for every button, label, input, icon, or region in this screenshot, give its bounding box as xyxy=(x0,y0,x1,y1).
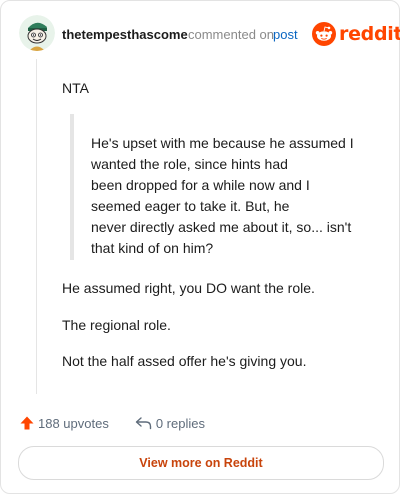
blockquote-bar xyxy=(70,114,74,260)
quote-line: been dropped for a while now and I xyxy=(91,177,310,193)
quote-line: never directly asked me about it, so... … xyxy=(91,219,352,235)
reddit-wordmark: reddit xyxy=(339,23,400,45)
thread-line xyxy=(36,59,37,394)
comment-footer: 188 upvotes 0 replies xyxy=(19,413,205,433)
snoo-avatar-icon xyxy=(19,15,55,51)
post-link[interactable]: post xyxy=(273,27,298,42)
quote-line: He's upset with me because he assumed I xyxy=(91,135,354,151)
comment-paragraph: Not the half assed offer he's giving you… xyxy=(62,353,307,369)
reply-arrow-icon[interactable] xyxy=(135,416,152,430)
comment-paragraph: The regional role. xyxy=(62,317,171,333)
replies-count[interactable]: 0 replies xyxy=(156,416,205,431)
reddit-logo-icon xyxy=(312,22,336,46)
username-link[interactable]: thetempesthascome xyxy=(62,27,188,42)
quote-line: that kind of on him? xyxy=(91,240,214,256)
quote-line: wanted the role, since hints had xyxy=(91,156,288,172)
quote-line: seemed eager to take it. But, he xyxy=(91,198,290,214)
avatar[interactable] xyxy=(19,15,55,51)
embedded-comment-card: thetempesthascome commented on post redd… xyxy=(0,0,400,494)
view-more-on-reddit-button[interactable]: View more on Reddit xyxy=(18,446,384,480)
commented-on-text: commented on xyxy=(188,27,274,42)
upvote-arrow-icon[interactable] xyxy=(19,415,35,431)
blockquote: He's upset with me because he assumed I … xyxy=(91,133,383,259)
comment-intro: NTA xyxy=(62,80,89,96)
comment-paragraph: He assumed right, you DO want the role. xyxy=(62,280,315,296)
reddit-logo[interactable]: reddit xyxy=(312,21,400,47)
upvotes-count[interactable]: 188 upvotes xyxy=(38,416,109,431)
